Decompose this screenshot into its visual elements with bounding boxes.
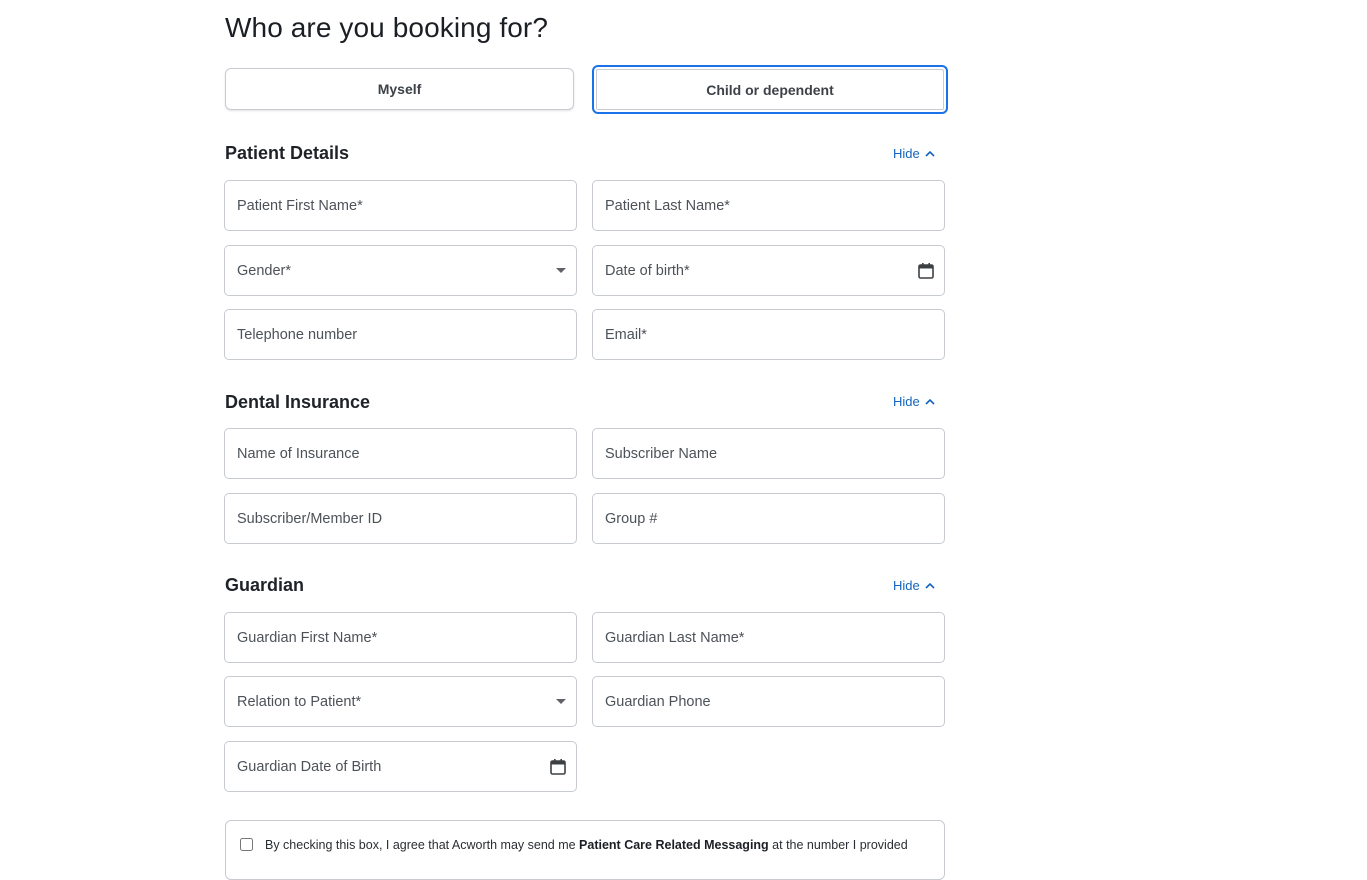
consent-text: By checking this box, I agree that Acwor… <box>265 838 908 852</box>
dental-insurance-hide-toggle[interactable]: Hide <box>893 394 935 409</box>
patient-first-name-field[interactable] <box>224 180 577 231</box>
consent-text-bold: Patient Care Related Messaging <box>579 838 769 852</box>
guardian-first-name-input[interactable] <box>237 629 564 646</box>
hide-label: Hide <box>893 578 920 593</box>
subscriber-name-field[interactable] <box>592 428 945 479</box>
email-field[interactable] <box>592 309 945 360</box>
consent-checkbox[interactable] <box>240 838 253 851</box>
date-of-birth-input[interactable] <box>605 262 932 279</box>
guardian-phone-input[interactable] <box>605 693 932 710</box>
calendar-icon[interactable] <box>918 262 934 279</box>
caret-down-icon <box>556 698 566 705</box>
patient-details-hide-toggle[interactable]: Hide <box>893 146 935 161</box>
subscriber-name-input[interactable] <box>605 445 932 462</box>
relation-input[interactable] <box>237 693 564 710</box>
gender-select[interactable] <box>224 245 577 296</box>
child-or-dependent-button[interactable]: Child or dependent <box>592 65 948 114</box>
myself-button[interactable]: Myself <box>225 68 574 110</box>
member-id-input[interactable] <box>237 510 564 527</box>
relation-select[interactable] <box>224 676 577 727</box>
guardian-last-name-field[interactable] <box>592 612 945 663</box>
email-input[interactable] <box>605 326 932 343</box>
guardian-dob-field[interactable] <box>224 741 577 792</box>
patient-last-name-input[interactable] <box>605 197 932 214</box>
guardian-phone-field[interactable] <box>592 676 945 727</box>
patient-last-name-field[interactable] <box>592 180 945 231</box>
date-of-birth-field[interactable] <box>592 245 945 296</box>
caret-down-icon <box>556 267 566 274</box>
telephone-input[interactable] <box>237 326 564 343</box>
member-id-field[interactable] <box>224 493 577 544</box>
guardian-first-name-field[interactable] <box>224 612 577 663</box>
group-number-field[interactable] <box>592 493 945 544</box>
insurance-name-field[interactable] <box>224 428 577 479</box>
patient-first-name-input[interactable] <box>237 197 564 214</box>
chevron-up-icon <box>925 150 935 157</box>
consent-text-prefix: By checking this box, I agree that Acwor… <box>265 838 580 852</box>
chevron-up-icon <box>925 398 935 405</box>
hide-label: Hide <box>893 146 920 161</box>
consent-text-suffix: at the number I provided <box>768 838 908 852</box>
page-title: Who are you booking for? <box>225 12 549 43</box>
calendar-icon[interactable] <box>550 758 566 775</box>
chevron-up-icon <box>925 582 935 589</box>
group-number-input[interactable] <box>605 510 932 527</box>
patient-details-title: Patient Details <box>225 143 350 163</box>
dental-insurance-title: Dental Insurance <box>225 392 371 412</box>
guardian-title: Guardian <box>225 575 305 595</box>
guardian-dob-input[interactable] <box>237 758 564 775</box>
gender-input[interactable] <box>237 262 564 279</box>
telephone-field[interactable] <box>224 309 577 360</box>
insurance-name-input[interactable] <box>237 445 564 462</box>
guardian-hide-toggle[interactable]: Hide <box>893 578 935 593</box>
guardian-last-name-input[interactable] <box>605 629 932 646</box>
hide-label: Hide <box>893 394 920 409</box>
